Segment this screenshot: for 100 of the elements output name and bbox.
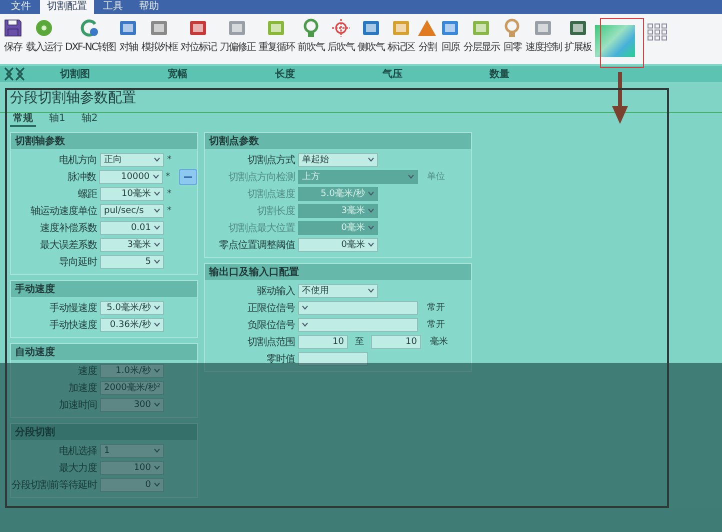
- toolbar-button[interactable]: 对位标记: [179, 18, 218, 54]
- page-title: 分段切割轴参数配置: [10, 89, 137, 108]
- caret-icon: [154, 482, 160, 487]
- spin-box[interactable]: 10: [298, 334, 348, 348]
- column-header: 气压: [381, 68, 404, 81]
- dropdown[interactable]: [298, 300, 418, 314]
- required-mark: *: [167, 206, 172, 216]
- caret-icon: [154, 402, 160, 407]
- field-label: 驱动输入: [256, 284, 295, 298]
- tool-icon: [568, 18, 588, 38]
- field-label: 脉冲数: [66, 170, 96, 184]
- column-header: 数量: [488, 68, 511, 81]
- caret-icon: [368, 191, 374, 196]
- spin-box[interactable]: 0.36米/秒: [100, 318, 164, 332]
- field-label: 速度补偿系数: [39, 222, 97, 234]
- caret-icon: [368, 242, 374, 247]
- menu-item[interactable]: 帮助: [132, 0, 166, 14]
- field-label: 手动慢速度: [48, 302, 97, 314]
- field-label: 加速度: [68, 382, 97, 394]
- toolbar-button[interactable]: 侧吹气: [356, 18, 386, 54]
- caret-icon: [154, 305, 160, 310]
- field-label: 切割点方向检测: [228, 170, 295, 184]
- field-label: 零时值: [266, 352, 295, 366]
- spin-box[interactable]: 10000: [99, 170, 163, 184]
- field-label: 轴运动速度单位: [30, 204, 97, 218]
- dash-icon: [183, 174, 194, 178]
- field-label: 电机选择: [58, 444, 97, 458]
- tool-icon: [266, 18, 286, 38]
- floppy-icon: [3, 18, 23, 38]
- caret-icon: [154, 322, 160, 327]
- toolbar-button[interactable]: 模拟外框: [140, 18, 178, 54]
- field-label: 最大误差系数: [39, 238, 97, 252]
- input-field[interactable]: [298, 352, 368, 366]
- caret-icon: [154, 259, 160, 264]
- spin-box[interactable]: 5: [100, 254, 164, 268]
- toolbar-button[interactable]: 标记区: [386, 18, 416, 54]
- spin-box[interactable]: 3毫米: [100, 238, 164, 252]
- dropdown[interactable]: pul/sec/s: [100, 204, 164, 218]
- toolbar-button[interactable]: 回原: [439, 18, 462, 54]
- field-label: 切割长度: [256, 204, 295, 218]
- caret-icon: [152, 174, 159, 179]
- menu-item[interactable]: 切割配置: [40, 0, 94, 14]
- dropdown[interactable]: [298, 318, 418, 332]
- caret-icon: [368, 208, 374, 213]
- menu-item[interactable]: 工具: [96, 0, 130, 14]
- field-label: 切割点方式: [246, 154, 295, 166]
- unit-label: 常开: [427, 302, 445, 314]
- caret-icon: [302, 305, 308, 310]
- caret-icon: [154, 242, 160, 247]
- caret-icon: [154, 225, 160, 230]
- caret-icon: [408, 174, 414, 179]
- dropdown[interactable]: 不使用: [298, 284, 378, 298]
- spin-box[interactable]: 0.01: [100, 220, 164, 234]
- toolbar-button[interactable]: 对轴: [117, 18, 140, 54]
- required-mark: *: [167, 154, 172, 164]
- toolbar-button[interactable]: 重复循环: [257, 18, 296, 54]
- crosshair-icon: [330, 18, 351, 38]
- grid-icon[interactable]: [646, 22, 668, 42]
- toolbar-button[interactable]: 前吹气: [296, 18, 326, 54]
- toolbar-button[interactable]: 载入运行: [25, 18, 63, 54]
- toolbar-button[interactable]: 分割: [416, 18, 438, 54]
- field-label: 切割点速度: [246, 188, 295, 200]
- spin-box[interactable]: 5.0毫米/秒: [100, 300, 164, 314]
- toolbar-button[interactable]: 回零: [501, 18, 524, 54]
- group-header: 分段切割: [11, 424, 197, 440]
- toolbar-button[interactable]: 后吹气: [326, 18, 356, 54]
- tool-icon: [417, 18, 438, 38]
- column-header: 宽幅: [166, 67, 188, 81]
- field-label: 加速时间: [58, 398, 97, 412]
- tool-icon: [471, 18, 492, 38]
- toolbar-button[interactable]: 分层显示: [462, 18, 500, 54]
- field-label: 速度: [77, 364, 97, 378]
- menu-item[interactable]: 文件: [4, 0, 38, 14]
- toolbar-button[interactable]: 保存: [2, 18, 24, 54]
- required-mark: *: [166, 172, 170, 182]
- dropdown[interactable]: 单起始: [298, 152, 378, 166]
- group-header: 手动速度: [11, 281, 197, 297]
- tab[interactable]: 轴2: [78, 111, 101, 127]
- toolbar-button[interactable]: 扩展板: [563, 18, 592, 54]
- tool-icon: [440, 18, 460, 38]
- spin-box[interactable]: 10毫米: [100, 186, 164, 200]
- spin-box[interactable]: 0毫米: [298, 238, 378, 252]
- field-label: 切割点范围: [246, 336, 295, 348]
- tab[interactable]: 轴1: [46, 111, 68, 127]
- caret-icon: [154, 448, 160, 453]
- toolbar-button[interactable]: 刀偏修正: [218, 18, 256, 54]
- caret-icon: [302, 322, 308, 327]
- unit-label: 单位: [427, 170, 445, 183]
- field-label: 电机方向: [58, 154, 97, 166]
- toolbar-button[interactable]: DXF-NC转图: [64, 18, 116, 54]
- field-label: 切割点最大位置: [228, 222, 295, 234]
- column-header: 长度: [274, 67, 296, 81]
- dropdown[interactable]: 正向: [100, 152, 164, 166]
- field-label: 分段切割前等待延时: [11, 478, 97, 492]
- spin-box[interactable]: 10: [371, 334, 421, 348]
- column-header: 切割图: [58, 68, 91, 81]
- field-label: 手动快速度: [48, 318, 97, 332]
- toolbar-button[interactable]: 速度控制: [524, 18, 562, 54]
- more-button[interactable]: [179, 168, 197, 184]
- tool-icon: [533, 18, 554, 38]
